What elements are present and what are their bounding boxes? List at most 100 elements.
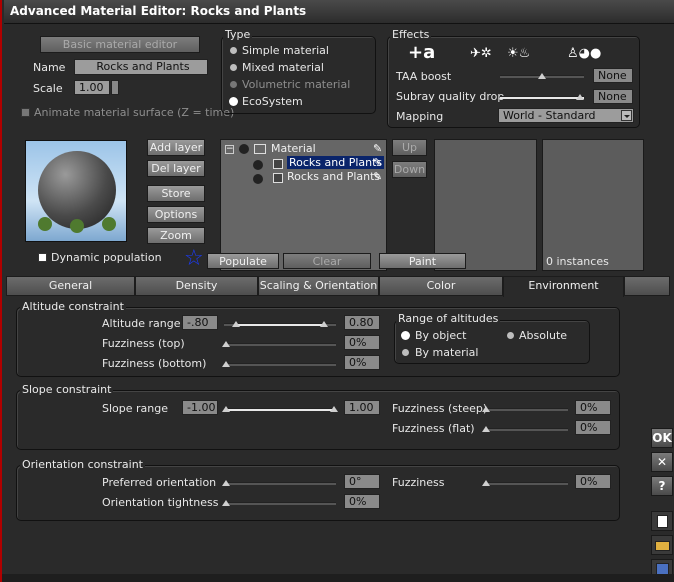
type-mixed-radio[interactable] — [230, 64, 237, 71]
taa-slider-thumb[interactable] — [538, 73, 546, 79]
taa-value[interactable]: None — [593, 68, 633, 83]
tab-bar: General Density Scaling & Orientation Co… — [6, 276, 670, 297]
tree-item-rocks-plants-2[interactable]: Rocks and Plants — [287, 170, 380, 183]
up-button[interactable]: Up — [392, 139, 427, 156]
preferred-orientation-thumb[interactable] — [222, 480, 230, 486]
scale-field[interactable]: 1.00 — [74, 80, 110, 95]
orientation-tightness-slider[interactable] — [222, 500, 336, 506]
pencil-icon[interactable]: ✎ — [373, 156, 382, 169]
help-button[interactable]: ? — [651, 476, 673, 496]
orientation-fuzziness-field[interactable]: 0% — [575, 474, 611, 489]
plus-a-icon[interactable]: +a — [408, 44, 435, 62]
tree-item-material[interactable]: Material — [271, 142, 316, 155]
subray-slider-thumb[interactable] — [576, 94, 584, 100]
fuzz-top-slider[interactable] — [222, 341, 336, 347]
mixed-layer-icon — [273, 159, 283, 169]
page-icon — [657, 515, 668, 528]
name-field[interactable]: Rocks and Plants — [74, 59, 208, 75]
pencil-icon[interactable]: ✎ — [373, 142, 382, 155]
animate-checkbox[interactable] — [21, 108, 30, 117]
mapping-value: World - Standard — [503, 109, 596, 122]
fuzz-top-field[interactable]: 0% — [344, 335, 380, 350]
slope-max-thumb[interactable] — [330, 406, 338, 412]
blur-effects-icon[interactable]: ✈✲ — [470, 46, 492, 61]
figure-effects-icon[interactable]: ♙◕● — [567, 46, 601, 61]
by-object-radio[interactable] — [402, 332, 409, 339]
altitude-range-slider[interactable] — [224, 321, 336, 327]
store-button[interactable]: Store — [147, 185, 205, 202]
absolute-radio[interactable] — [507, 332, 514, 339]
dynamic-population-checkbox[interactable] — [38, 253, 47, 262]
slope-max-field[interactable]: 1.00 — [344, 400, 380, 415]
del-layer-button[interactable]: Del layer — [147, 160, 205, 177]
tab-general[interactable]: General — [6, 276, 135, 296]
layer-preview-panel-1 — [434, 139, 537, 271]
tree-collapse-icon[interactable]: − — [225, 145, 234, 154]
type-ecosystem-radio[interactable] — [230, 98, 237, 105]
orientation-tightness-thumb[interactable] — [222, 500, 230, 506]
by-material-radio[interactable] — [402, 349, 409, 356]
slope-min-field[interactable]: -1.00 — [182, 400, 218, 415]
orientation-fuzziness-label: Fuzziness — [392, 476, 445, 489]
paint-button[interactable]: Paint — [379, 253, 466, 269]
fuzz-steep-field[interactable]: 0% — [575, 400, 611, 415]
type-simple-radio[interactable] — [230, 47, 237, 54]
preferred-orientation-label: Preferred orientation — [102, 476, 217, 489]
range-altitudes-title: Range of altitudes — [396, 312, 501, 325]
down-button[interactable]: Down — [392, 161, 427, 178]
mapping-dropdown[interactable]: World - Standard — [498, 108, 634, 123]
fuzz-flat-slider[interactable] — [482, 426, 568, 432]
subray-value[interactable]: None — [593, 89, 633, 104]
tab-density[interactable]: Density — [135, 276, 258, 296]
fuzz-top-thumb[interactable] — [222, 341, 230, 347]
fuzz-bottom-slider[interactable] — [222, 361, 336, 367]
tab-scaling-orientation[interactable]: Scaling & Orientation — [258, 276, 379, 296]
new-file-icon[interactable] — [651, 511, 673, 531]
fuzz-steep-label: Fuzziness (steep) — [392, 402, 488, 415]
basic-editor-button[interactable]: Basic material editor — [40, 36, 200, 53]
orientation-tightness-field[interactable]: 0% — [344, 494, 380, 509]
altitude-max-field[interactable]: 0.80 — [344, 315, 380, 330]
chevron-down-icon[interactable] — [621, 110, 632, 121]
orientation-group-title: Orientation constraint — [20, 458, 145, 471]
tab-filler — [624, 276, 670, 296]
slope-range-slider[interactable] — [222, 406, 338, 412]
slope-min-thumb[interactable] — [222, 406, 230, 412]
populate-button[interactable]: Populate — [207, 253, 279, 269]
preferred-orientation-field[interactable]: 0° — [344, 474, 380, 489]
fuzz-steep-thumb[interactable] — [482, 406, 490, 412]
light-effects-icon[interactable]: ☀♨ — [507, 46, 530, 61]
options-button[interactable]: Options — [147, 206, 205, 223]
fuzz-flat-label: Fuzziness (flat) — [392, 422, 475, 435]
fuzz-bottom-thumb[interactable] — [222, 361, 230, 367]
fuzz-flat-field[interactable]: 0% — [575, 420, 611, 435]
subray-slider[interactable] — [500, 94, 584, 100]
pencil-icon[interactable]: ✎ — [373, 170, 382, 183]
open-folder-icon[interactable] — [651, 535, 673, 555]
add-layer-button[interactable]: Add layer — [147, 139, 205, 156]
preferred-orientation-slider[interactable] — [222, 480, 336, 486]
zoom-button[interactable]: Zoom — [147, 227, 205, 244]
close-icon[interactable]: ✕ — [651, 452, 673, 472]
animate-label: Animate material surface (Z = time) — [34, 106, 235, 119]
tree-item-rocks-plants-1[interactable]: Rocks and Plants — [287, 156, 385, 169]
altitude-min-field[interactable]: -.80 — [182, 315, 218, 330]
tab-environment[interactable]: Environment — [503, 276, 624, 297]
altitude-range-label: Altitude range — [102, 317, 181, 330]
scale-spinner[interactable] — [111, 80, 119, 95]
ok-button[interactable]: OK — [651, 428, 673, 448]
layer-tree[interactable]: − Material ✎ Rocks and Plants ✎ Rocks an… — [220, 139, 387, 271]
altitude-max-thumb[interactable] — [320, 321, 328, 327]
fuzz-flat-thumb[interactable] — [482, 426, 490, 432]
taa-label: TAA boost — [396, 70, 452, 83]
type-volumetric-radio[interactable] — [230, 81, 237, 88]
orientation-fuzziness-slider[interactable] — [482, 480, 568, 486]
orientation-fuzziness-thumb[interactable] — [482, 480, 490, 486]
taa-slider[interactable] — [500, 73, 584, 79]
fuzz-bottom-field[interactable]: 0% — [344, 355, 380, 370]
clear-button[interactable]: Clear — [283, 253, 371, 269]
tab-color[interactable]: Color — [379, 276, 503, 296]
material-preview — [25, 140, 127, 242]
altitude-min-thumb[interactable] — [232, 321, 240, 327]
fuzz-steep-slider[interactable] — [482, 406, 568, 412]
